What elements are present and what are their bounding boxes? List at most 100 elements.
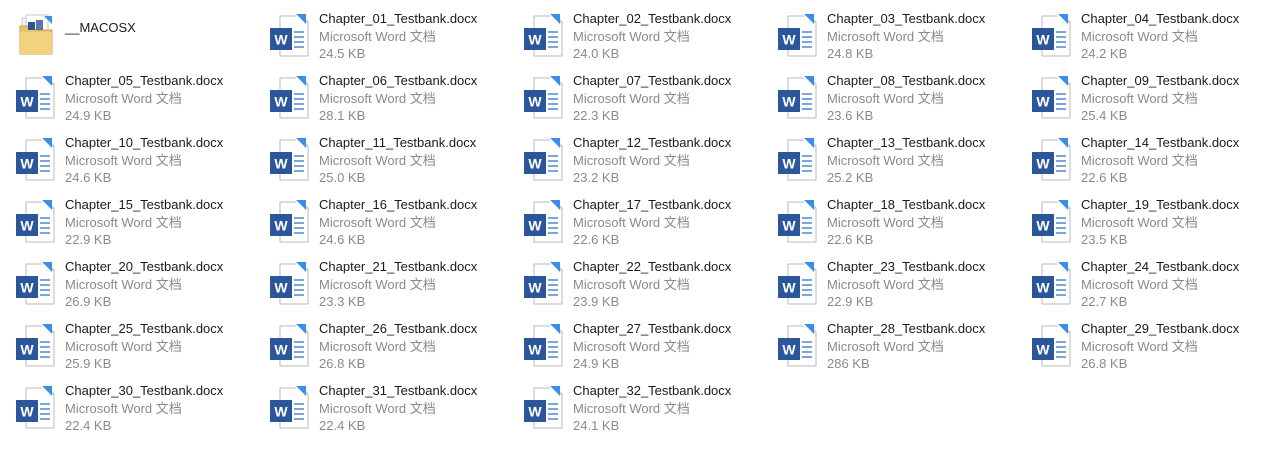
svg-text:W: W xyxy=(528,280,542,296)
file-item-01[interactable]: W Chapter_01_Testbank.docx Microsoft Wor… xyxy=(266,8,520,70)
file-type: Microsoft Word 文档 xyxy=(573,215,690,230)
word-document-shortcut-icon: W xyxy=(16,386,55,429)
file-item-08[interactable]: W Chapter_08_Testbank.docx Microsoft Wor… xyxy=(774,70,1028,132)
file-type: Microsoft Word 文档 xyxy=(573,401,690,416)
file-name: Chapter_12_Testbank.docx xyxy=(573,135,732,150)
word-document-shortcut-icon: W xyxy=(16,200,55,243)
file-name: Chapter_31_Testbank.docx xyxy=(319,383,478,398)
svg-text:W: W xyxy=(274,404,288,420)
file-name: Chapter_11_Testbank.docx xyxy=(319,135,477,150)
file-item-22[interactable]: W Chapter_22_Testbank.docx Microsoft Wor… xyxy=(520,256,774,318)
word-document-shortcut-icon: W xyxy=(524,200,563,243)
file-item-06[interactable]: W Chapter_06_Testbank.docx Microsoft Wor… xyxy=(266,70,520,132)
file-name: Chapter_18_Testbank.docx xyxy=(827,197,986,212)
file-size: 24.6 KB xyxy=(319,232,366,247)
file-item-18[interactable]: W Chapter_18_Testbank.docx Microsoft Wor… xyxy=(774,194,1028,256)
file-size: 24.1 KB xyxy=(573,418,620,433)
file-type: Microsoft Word 文档 xyxy=(65,215,182,230)
word-document-shortcut-icon: W xyxy=(778,76,817,119)
word-document-shortcut-icon: W xyxy=(270,14,309,57)
file-item-27[interactable]: W Chapter_27_Testbank.docx Microsoft Wor… xyxy=(520,318,774,380)
file-size: 22.6 KB xyxy=(1081,170,1128,185)
file-item-20[interactable]: W Chapter_20_Testbank.docx Microsoft Wor… xyxy=(12,256,266,318)
file-type: Microsoft Word 文档 xyxy=(827,277,944,292)
svg-text:W: W xyxy=(782,32,796,48)
file-item-09[interactable]: W Chapter_09_Testbank.docx Microsoft Wor… xyxy=(1028,70,1264,132)
file-name: Chapter_07_Testbank.docx xyxy=(573,73,732,88)
file-item-31[interactable]: W Chapter_31_Testbank.docx Microsoft Wor… xyxy=(266,380,520,442)
file-item-07[interactable]: W Chapter_07_Testbank.docx Microsoft Wor… xyxy=(520,70,774,132)
file-item-12[interactable]: W Chapter_12_Testbank.docx Microsoft Wor… xyxy=(520,132,774,194)
file-name: Chapter_08_Testbank.docx xyxy=(827,73,986,88)
word-document-shortcut-icon: W xyxy=(778,262,817,305)
svg-text:W: W xyxy=(274,156,288,172)
file-type: Microsoft Word 文档 xyxy=(1081,29,1198,44)
word-document-shortcut-icon: W xyxy=(1032,200,1071,243)
file-item-23[interactable]: W Chapter_23_Testbank.docx Microsoft Wor… xyxy=(774,256,1028,318)
file-name: Chapter_30_Testbank.docx xyxy=(65,383,224,398)
word-document-shortcut-icon: W xyxy=(270,386,309,429)
file-type: Microsoft Word 文档 xyxy=(573,339,690,354)
word-document-shortcut-icon: W xyxy=(1032,14,1071,57)
file-type: Microsoft Word 文档 xyxy=(1081,215,1198,230)
file-item-19[interactable]: W Chapter_19_Testbank.docx Microsoft Wor… xyxy=(1028,194,1264,256)
word-document-shortcut-icon: W xyxy=(16,262,55,305)
file-item-21[interactable]: W Chapter_21_Testbank.docx Microsoft Wor… xyxy=(266,256,520,318)
file-size: 24.0 KB xyxy=(573,46,620,61)
file-item-10[interactable]: W Chapter_10_Testbank.docx Microsoft Wor… xyxy=(12,132,266,194)
file-name: Chapter_10_Testbank.docx xyxy=(65,135,224,150)
file-item-03[interactable]: W Chapter_03_Testbank.docx Microsoft Wor… xyxy=(774,8,1028,70)
file-type: Microsoft Word 文档 xyxy=(573,29,690,44)
file-item-05[interactable]: W Chapter_05_Testbank.docx Microsoft Wor… xyxy=(12,70,266,132)
word-document-shortcut-icon: W xyxy=(1032,324,1071,367)
file-item-25[interactable]: W Chapter_25_Testbank.docx Microsoft Wor… xyxy=(12,318,266,380)
file-name: Chapter_14_Testbank.docx xyxy=(1081,135,1240,150)
file-item-02[interactable]: W Chapter_02_Testbank.docx Microsoft Wor… xyxy=(520,8,774,70)
svg-text:W: W xyxy=(782,342,796,358)
file-size: 24.8 KB xyxy=(827,46,874,61)
file-name: Chapter_09_Testbank.docx xyxy=(1081,73,1240,88)
file-item-32[interactable]: W Chapter_32_Testbank.docx Microsoft Wor… xyxy=(520,380,774,442)
file-item-29[interactable]: W Chapter_29_Testbank.docx Microsoft Wor… xyxy=(1028,318,1264,380)
svg-text:W: W xyxy=(528,94,542,110)
file-name: Chapter_17_Testbank.docx xyxy=(573,197,732,212)
svg-text:W: W xyxy=(528,156,542,172)
file-name: Chapter_02_Testbank.docx xyxy=(573,11,732,26)
word-document-shortcut-icon: W xyxy=(524,76,563,119)
file-item-17[interactable]: W Chapter_17_Testbank.docx Microsoft Wor… xyxy=(520,194,774,256)
svg-text:W: W xyxy=(528,218,542,234)
file-size: 24.6 KB xyxy=(65,170,112,185)
svg-text:W: W xyxy=(528,32,542,48)
file-size: 23.9 KB xyxy=(573,294,620,309)
file-name: Chapter_20_Testbank.docx xyxy=(65,259,224,274)
file-type: Microsoft Word 文档 xyxy=(1081,277,1198,292)
file-item-14[interactable]: W Chapter_14_Testbank.docx Microsoft Wor… xyxy=(1028,132,1264,194)
file-size: 23.2 KB xyxy=(573,170,620,185)
file-item-11[interactable]: W Chapter_11_Testbank.docx Microsoft Wor… xyxy=(266,132,520,194)
svg-text:W: W xyxy=(1036,32,1050,48)
file-size: 25.0 KB xyxy=(319,170,366,185)
word-document-shortcut-icon: W xyxy=(16,76,55,119)
word-document-shortcut-icon: W xyxy=(524,14,563,57)
file-item-28[interactable]: W Chapter_28_Testbank.docx Microsoft Wor… xyxy=(774,318,1028,380)
word-document-shortcut-icon: W xyxy=(524,138,563,181)
file-type: Microsoft Word 文档 xyxy=(573,91,690,106)
file-item-13[interactable]: W Chapter_13_Testbank.docx Microsoft Wor… xyxy=(774,132,1028,194)
file-type: Microsoft Word 文档 xyxy=(319,29,436,44)
file-size: 25.2 KB xyxy=(827,170,874,185)
file-item-16[interactable]: W Chapter_16_Testbank.docx Microsoft Wor… xyxy=(266,194,520,256)
file-size: 24.9 KB xyxy=(573,356,620,371)
file-item-26[interactable]: W Chapter_26_Testbank.docx Microsoft Wor… xyxy=(266,318,520,380)
file-item-04[interactable]: W Chapter_04_Testbank.docx Microsoft Wor… xyxy=(1028,8,1264,70)
file-item-24[interactable]: W Chapter_24_Testbank.docx Microsoft Wor… xyxy=(1028,256,1264,318)
svg-text:W: W xyxy=(20,404,34,420)
file-name: Chapter_03_Testbank.docx xyxy=(827,11,986,26)
file-name: Chapter_06_Testbank.docx xyxy=(319,73,478,88)
word-document-shortcut-icon: W xyxy=(1032,76,1071,119)
folder-item-macosx[interactable]: __MACOSX xyxy=(12,8,266,70)
file-type: Microsoft Word 文档 xyxy=(827,91,944,106)
file-item-30[interactable]: W Chapter_30_Testbank.docx Microsoft Wor… xyxy=(12,380,266,442)
word-document-shortcut-icon: W xyxy=(778,138,817,181)
svg-text:W: W xyxy=(20,280,34,296)
file-item-15[interactable]: W Chapter_15_Testbank.docx Microsoft Wor… xyxy=(12,194,266,256)
